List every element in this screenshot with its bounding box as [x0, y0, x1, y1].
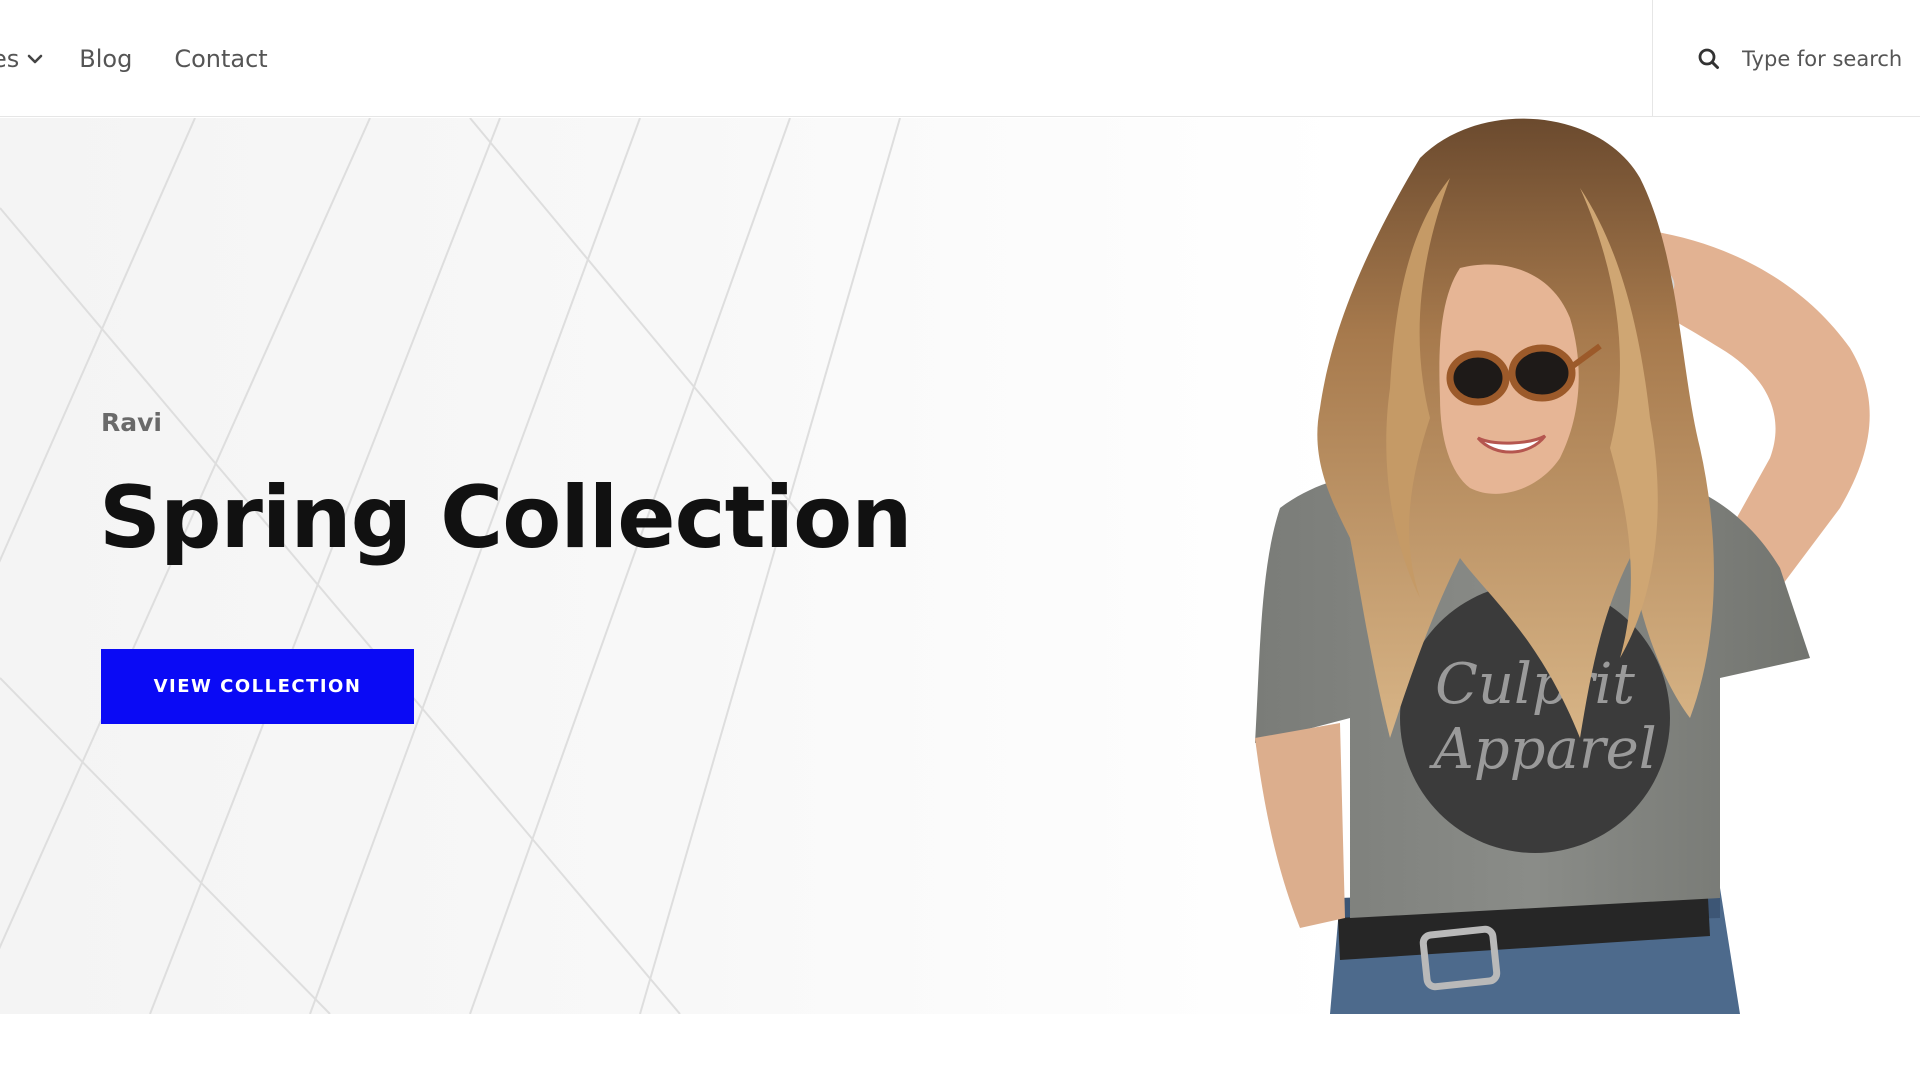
- search-icon[interactable]: [1696, 46, 1722, 72]
- hero-title: Spring Collection: [99, 468, 912, 568]
- search-input[interactable]: [1742, 46, 1920, 71]
- hero-subtitle: Ravi: [101, 408, 162, 437]
- shirt-print-text-1: Culprit: [1435, 652, 1635, 717]
- chevron-down-icon: [27, 54, 43, 63]
- nav-item-contact[interactable]: Contact: [174, 45, 267, 73]
- nav-item-blog[interactable]: Blog: [79, 45, 132, 73]
- site-header: es Blog Contact: [0, 0, 1920, 117]
- view-collection-button[interactable]: VIEW COLLECTION: [101, 649, 414, 724]
- main-nav: es Blog Contact: [0, 0, 268, 117]
- nav-item-pages[interactable]: es: [0, 45, 46, 73]
- search-box: [1652, 0, 1920, 117]
- shirt-print-text-2: Apparel: [1428, 717, 1656, 782]
- hero-model-image: Culprit Apparel: [1255, 118, 1870, 1014]
- hero-banner: Ravi Spring Collection VIEW COLLECTION C…: [0, 118, 1920, 1014]
- nav-item-pages-label: es: [0, 44, 20, 73]
